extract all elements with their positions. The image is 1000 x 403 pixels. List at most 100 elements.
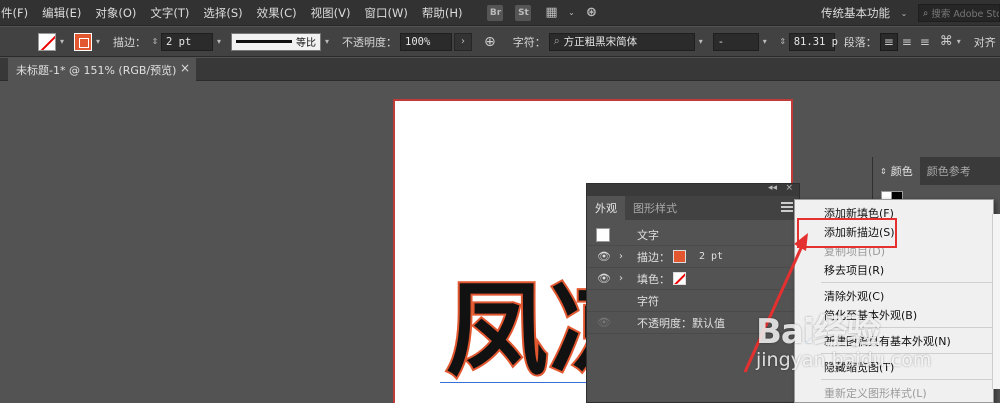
row-value: 2 pt — [699, 251, 724, 262]
chevron-right-icon[interactable]: › — [619, 273, 623, 284]
stroke-label[interactable]: 描边： — [113, 34, 146, 50]
chevron-down-icon[interactable]: ▾ — [759, 37, 771, 46]
chevron-down-icon[interactable]: ⌄ — [565, 8, 577, 17]
tab-appearance[interactable]: 外观 — [587, 196, 625, 220]
align-left-icon[interactable]: ≡ — [879, 32, 898, 51]
appearance-row-opacity[interactable]: 👁 不透明度：默认值 — [587, 312, 799, 334]
menu-item-redefine-graphic-style: 重新定义图形样式(L) — [824, 386, 927, 400]
appearance-flyout-menu: 添加新填色(F) 添加新描边(S) 复制项目(D) 移去项目(R) 清除外观(C… — [794, 199, 994, 403]
stock-search-input[interactable]: ⌕ 搜索 Adobe Stock — [918, 4, 1000, 22]
search-placeholder: 搜索 Adobe Stock — [931, 9, 999, 20]
menu-object[interactable]: 对象(O) — [88, 5, 143, 21]
fill-color-swatch[interactable] — [673, 272, 686, 285]
search-icon: ⌕ — [553, 35, 560, 47]
menu-type[interactable]: 文字(T) — [143, 5, 196, 21]
tab-color-guide[interactable]: 颜色参考 — [920, 157, 978, 185]
appearance-panel-header: 外观 图形样式 — [587, 196, 799, 220]
menu-item-add-new-fill[interactable]: 添加新填色(F) — [795, 203, 993, 222]
profile-label: 等比 — [296, 38, 316, 49]
envelope-warp-icon[interactable]: ⌘ — [940, 34, 953, 49]
search-icon: ⌕ — [923, 7, 929, 19]
menu-file[interactable]: 件(F) — [0, 5, 35, 21]
appearance-panel: ◂◂ × 外观 图形样式 文字 👁 › 描边： 2 pt 👁 › 填色： 字符 … — [586, 183, 800, 403]
row-label: 填色： — [637, 272, 670, 286]
collapse-icon[interactable]: ◂◂ — [768, 183, 777, 193]
chevron-down-icon[interactable]: ▾ — [695, 37, 707, 46]
fill-swatch[interactable] — [38, 32, 56, 51]
menu-separator — [821, 327, 993, 328]
stroke-preview-line — [236, 40, 292, 43]
menu-view[interactable]: 视图(V) — [304, 5, 358, 21]
tab-graphic-styles[interactable]: 图形样式 — [625, 196, 685, 220]
menu-separator — [821, 282, 993, 283]
eye-icon[interactable]: 👁 — [597, 316, 611, 329]
align-label[interactable]: 对齐 — [974, 34, 996, 50]
checkmark-icon: ✓ — [804, 334, 814, 347]
appearance-row-type[interactable]: 文字 — [587, 224, 799, 246]
chevron-down-icon[interactable]: ▾ — [56, 37, 68, 46]
eye-icon[interactable]: 👁 — [597, 250, 611, 263]
color-panel-header: ⇕ 颜色 颜色参考 — [873, 157, 1000, 185]
panel-menu-icon[interactable] — [781, 202, 793, 212]
chevron-down-icon[interactable]: ▾ — [92, 37, 104, 46]
document-tab[interactable]: 未标题-1* @ 151% (RGB/预览) × — [8, 58, 196, 81]
eye-icon[interactable]: 👁 — [597, 272, 611, 285]
character-label[interactable]: 字符： — [513, 34, 546, 50]
align-center-icon[interactable]: ≡ — [898, 33, 916, 51]
menu-item-hide-thumbnail[interactable]: 隐藏缩览图(T) — [795, 357, 993, 376]
workspace-switcher[interactable]: 传统基本功能 — [813, 5, 898, 21]
menu-help[interactable]: 帮助(H) — [415, 5, 470, 21]
close-icon[interactable]: × — [180, 61, 190, 75]
arrange-documents-icon[interactable]: ▦ — [543, 5, 559, 21]
font-family-value: 方正粗黑宋简体 — [563, 36, 638, 48]
close-icon[interactable]: × — [785, 183, 793, 193]
chevron-down-icon[interactable]: ▾ — [953, 37, 965, 46]
menu-item-clear-appearance[interactable]: 清除外观(C) — [795, 286, 993, 305]
menu-bar: 件(F) 编辑(E) 对象(O) 文字(T) 选择(S) 效果(C) 视图(V)… — [0, 0, 1000, 26]
chevron-down-icon[interactable]: ⌄ — [898, 9, 910, 18]
opacity-label[interactable]: 不透明度： — [342, 34, 397, 50]
menu-separator — [821, 379, 993, 380]
menu-window[interactable]: 窗口(W) — [358, 5, 415, 21]
chevron-down-icon[interactable]: ▾ — [213, 37, 225, 46]
menu-effect[interactable]: 效果(C) — [250, 5, 304, 21]
tab-color[interactable]: ⇕ 颜色 — [873, 157, 920, 185]
panel-title-strip: ◂◂ × — [587, 183, 799, 196]
align-right-icon[interactable]: ≡ — [916, 33, 934, 51]
chevron-down-icon[interactable]: ▾ — [321, 37, 333, 46]
font-style-input[interactable]: - — [712, 32, 759, 51]
opacity-input[interactable]: 100% — [400, 32, 452, 51]
menu-item-reduce-to-basic[interactable]: 简化至基本外观(B) — [795, 305, 993, 324]
menu-edit[interactable]: 编辑(E) — [35, 5, 88, 21]
appearance-row-characters[interactable]: 字符 — [587, 290, 799, 312]
paragraph-label[interactable]: 段落： — [844, 34, 877, 50]
tab-color-label: 颜色 — [890, 165, 913, 178]
stroke-color-swatch[interactable] — [673, 250, 686, 263]
font-size-input[interactable]: 81.31 p — [788, 32, 838, 51]
menu-item-add-new-stroke[interactable]: 添加新描边(S) — [795, 222, 993, 241]
chevron-right-icon[interactable]: › — [454, 32, 472, 51]
chevron-right-icon[interactable]: › — [619, 251, 623, 262]
panel-scrollbar[interactable] — [992, 214, 1000, 389]
stepper-icon[interactable]: ⇕ — [149, 37, 161, 46]
stroke-swatch[interactable] — [74, 32, 92, 51]
type-thumbnail — [596, 227, 610, 242]
bridge-icon[interactable]: Br — [487, 4, 504, 21]
font-family-input[interactable]: ⌕ 方正粗黑宋简体 — [548, 32, 695, 51]
menu-item-duplicate-item: 复制项目(D) — [824, 244, 886, 258]
appearance-row-fill[interactable]: 👁 › 填色： — [587, 268, 799, 290]
row-label: 描边： — [637, 250, 670, 264]
menu-item-new-art-basic-appearance[interactable]: ✓ 新建图稿具有基本外观(N) — [795, 331, 993, 350]
gpu-performance-icon[interactable]: ⊛ — [583, 5, 599, 21]
stock-icon[interactable]: St — [515, 4, 532, 21]
menu-item-remove-item[interactable]: 移去项目(R) — [795, 260, 993, 279]
appearance-row-stroke[interactable]: 👁 › 描边： 2 pt — [587, 246, 799, 268]
document-tab-bar: 未标题-1* @ 151% (RGB/预览) × — [0, 58, 1000, 81]
stepper-icon[interactable]: ⇕ — [777, 37, 789, 46]
row-label: 不透明度：默认值 — [637, 316, 725, 330]
menu-item-label: 新建图稿具有基本外观(N) — [824, 334, 951, 348]
variable-width-profile[interactable]: 等比 — [231, 32, 321, 51]
menu-select[interactable]: 选择(S) — [196, 5, 249, 21]
stroke-weight-input[interactable]: 2 pt — [161, 32, 213, 51]
recolor-artwork-icon[interactable]: ⊕ — [484, 34, 496, 50]
